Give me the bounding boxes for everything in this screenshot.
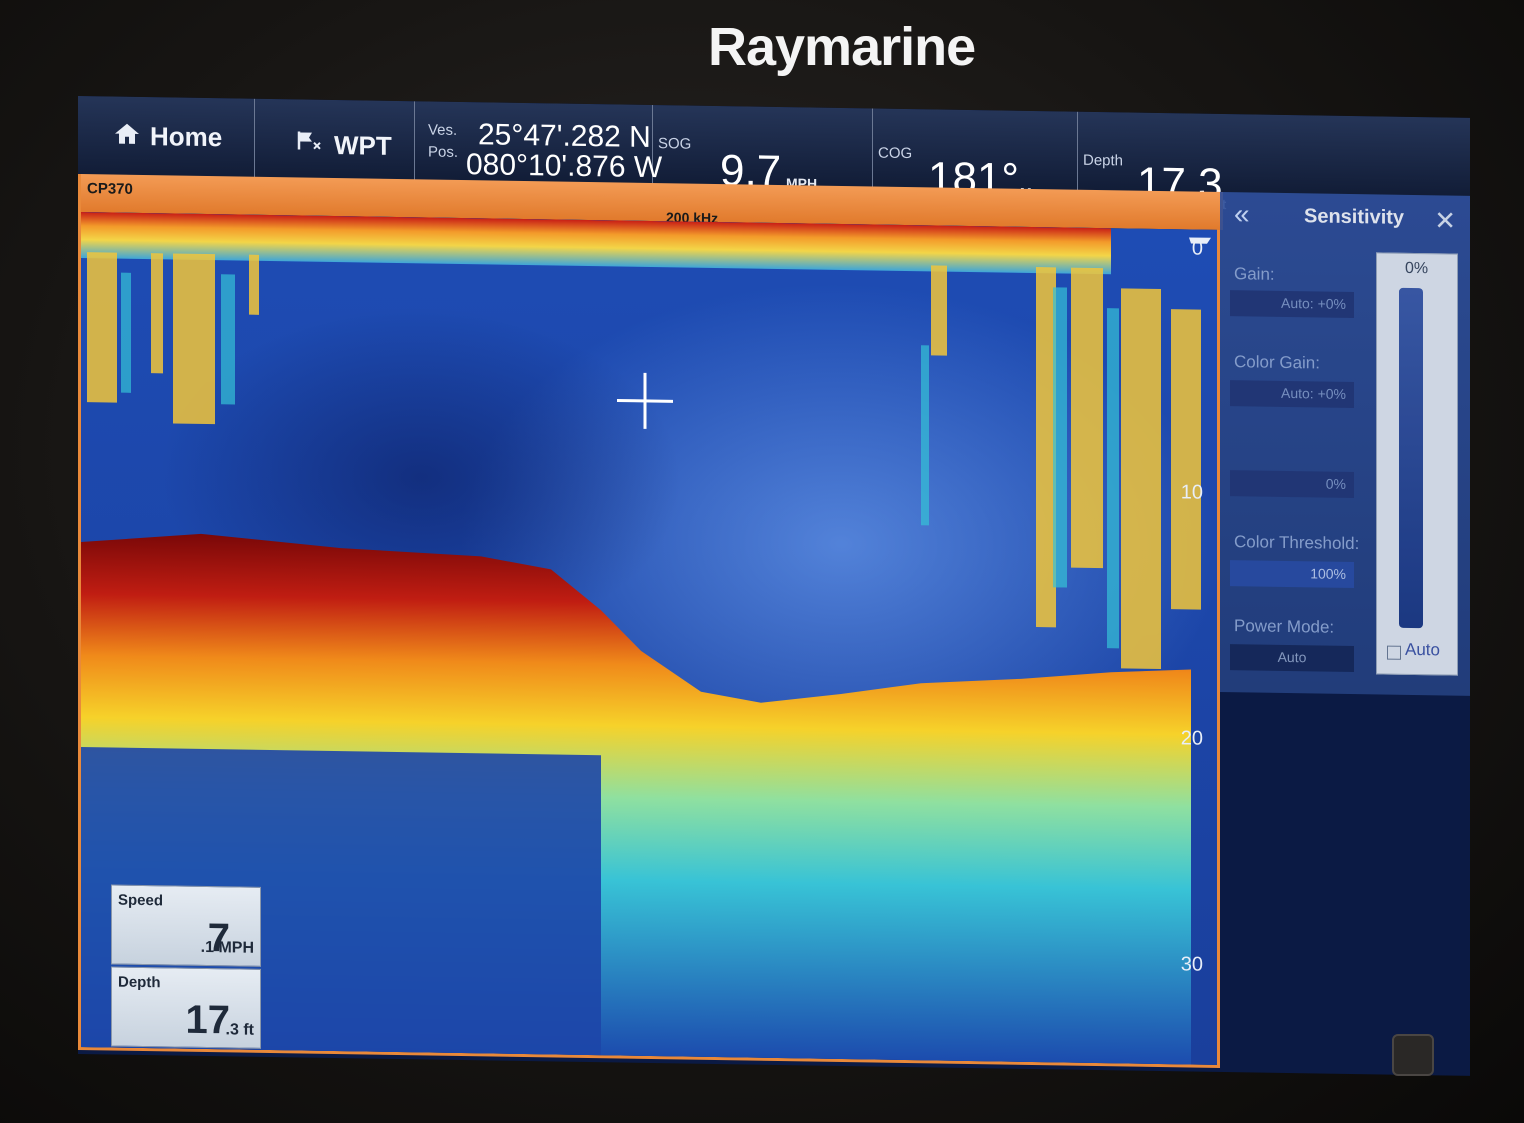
depth-box-label: Depth xyxy=(118,973,161,992)
home-label: Home xyxy=(150,121,223,153)
color-threshold-label: Color Threshold: xyxy=(1234,532,1360,554)
auto-checkbox[interactable] xyxy=(1387,645,1401,660)
depth-box-value: 17 xyxy=(185,997,231,1043)
power-mode-label: Power Mode: xyxy=(1234,616,1335,637)
home-icon xyxy=(115,123,139,144)
speed-decimal: .1 MPH xyxy=(200,938,254,957)
home-button[interactable]: Home xyxy=(78,96,255,179)
speed-databox[interactable]: Speed 7 .1 MPH xyxy=(111,884,261,967)
wpt-label: WPT xyxy=(334,130,392,161)
waypoint-flag-icon xyxy=(297,131,321,150)
sog-cell: SOG 9.7 MPH xyxy=(652,105,873,196)
sensitivity-panel: « Sensitivity ✕ Gain: Auto: +0% Color Ga… xyxy=(1220,191,1470,696)
color-threshold-field[interactable]: 100% xyxy=(1230,560,1354,589)
gain-field[interactable]: Auto: +0% xyxy=(1230,290,1354,319)
display-screen: Home WPT Ves. Pos. 25°47'.282 N 080°10'.… xyxy=(78,96,1470,1076)
depth-label: Depth xyxy=(1083,151,1124,170)
depth-databox[interactable]: Depth 17 .3 ft xyxy=(111,966,261,1049)
power-mode-field[interactable]: Auto xyxy=(1230,644,1354,673)
speed-label: Speed xyxy=(118,891,164,910)
obscured-field[interactable]: 0% xyxy=(1230,470,1354,499)
sog-label: SOG xyxy=(658,135,692,153)
pos-label: Pos. xyxy=(428,143,459,161)
depth-tick-0: 0 xyxy=(1191,237,1203,260)
sonar-display[interactable]: 0 10 20 30 Speed 7 .1 MPH Depth 17 .3 ft xyxy=(81,212,1217,1065)
cog-label: COG xyxy=(878,144,913,163)
depth-cell: Depth 17.3 ft xyxy=(1077,112,1237,212)
close-icon[interactable]: ✕ xyxy=(1434,205,1456,236)
slider-value: 0% xyxy=(1405,259,1429,278)
pane-title: CP370 xyxy=(87,180,133,198)
depth-box-decimal: .3 ft xyxy=(225,1021,254,1039)
sensitivity-title: Sensitivity xyxy=(1304,205,1405,229)
collapse-arrows-icon[interactable]: « xyxy=(1234,198,1250,230)
gain-label: Gain: xyxy=(1234,264,1275,284)
chartplotter-device: Raymarine Home WPT Ves. Pos. 25°47'.282 … xyxy=(0,0,1524,1123)
vessel-position: Ves. Pos. 25°47'.282 N 080°10'.876 W xyxy=(414,101,662,186)
sonar-pane[interactable]: CP370 200 kHz 0 10 20 30 Speed 7 .1 MPH … xyxy=(78,174,1223,1068)
cog-cell: COG 181° M xyxy=(872,108,1078,204)
brand-logo: Raymarine xyxy=(708,17,976,77)
sensitivity-slider[interactable]: 0% Auto xyxy=(1376,252,1458,676)
wpt-button[interactable]: WPT xyxy=(254,98,415,182)
depth-tick-10: 10 xyxy=(1180,481,1203,504)
color-gain-field[interactable]: Auto: +0% xyxy=(1230,380,1354,409)
ves-label: Ves. xyxy=(428,121,458,139)
slider-track[interactable] xyxy=(1399,287,1423,629)
depth-tick-30: 30 xyxy=(1180,953,1203,976)
auto-label: Auto xyxy=(1405,639,1440,660)
color-gain-label: Color Gain: xyxy=(1234,352,1320,373)
light-sensor-button[interactable] xyxy=(1392,1034,1434,1076)
depth-tick-20: 20 xyxy=(1180,727,1203,750)
